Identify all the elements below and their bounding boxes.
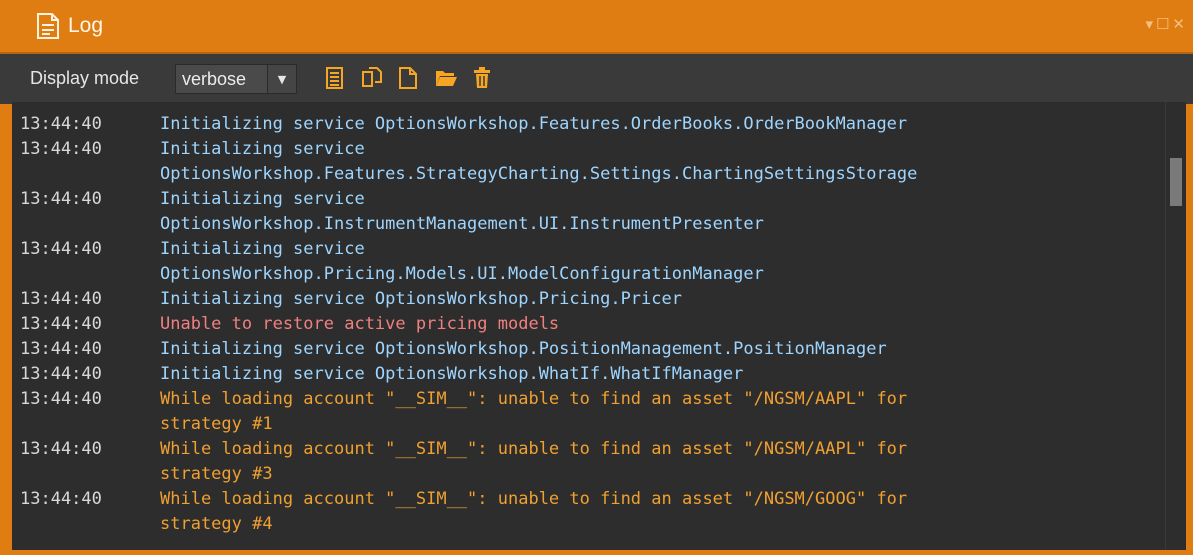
log-message: Initializing service OptionsWorkshop.Fea… xyxy=(160,139,918,184)
panel-title: Log xyxy=(68,14,104,37)
log-entry: 13:44:40 Initializing service OptionsWork… xyxy=(20,287,1170,312)
scrollbar-thumb[interactable] xyxy=(1170,158,1182,206)
log-panel: Log ▾ ☐ ✕ Display mode verbose ▼ 13:44:4… xyxy=(0,0,1193,555)
log-timestamp: 13:44:40 xyxy=(20,339,102,359)
log-entry: 13:44:40 Initializing service OptionsWork… xyxy=(20,337,1170,362)
new-file-icon[interactable] xyxy=(396,66,420,90)
log-message: While loading account "__SIM__": unable … xyxy=(160,439,908,484)
log-message: While loading account "__SIM__": unable … xyxy=(160,489,908,534)
log-entry: 13:44:40 While loading account "__SIM__":… xyxy=(20,387,1170,437)
chevron-down-icon[interactable]: ▼ xyxy=(267,65,296,93)
copy-icon[interactable] xyxy=(360,66,384,90)
log-message: Initializing service OptionsWorkshop.Ins… xyxy=(160,189,764,234)
log-message: While loading account "__SIM__": unable … xyxy=(160,389,908,434)
log-message: Initializing service OptionsWorkshop.Wha… xyxy=(160,364,744,384)
log-timestamp: 13:44:40 xyxy=(20,239,102,259)
display-mode-select[interactable]: verbose ▼ xyxy=(175,64,297,94)
window-controls: ▾ ☐ ✕ xyxy=(1145,16,1185,32)
log-entry: 13:44:40 Initializing service OptionsWork… xyxy=(20,187,1170,237)
display-mode-value: verbose xyxy=(182,69,247,89)
log-rows: 13:44:40 Initializing service OptionsWork… xyxy=(20,112,1170,537)
log-entry: 13:44:40 While loading account "__SIM__":… xyxy=(20,437,1170,487)
log-entry: 13:44:40 Initializing service OptionsWork… xyxy=(20,137,1170,187)
close-icon[interactable]: ✕ xyxy=(1172,16,1185,32)
log-timestamp: 13:44:40 xyxy=(20,289,102,309)
log-timestamp: 13:44:40 xyxy=(20,489,102,509)
log-entry: 13:44:40 While loading account "__SIM__":… xyxy=(20,487,1170,537)
log-message: Initializing service OptionsWorkshop.Pri… xyxy=(160,289,682,309)
dropdown-arrow-icon[interactable]: ▾ xyxy=(1145,16,1153,32)
log-message: Initializing service OptionsWorkshop.Fea… xyxy=(160,114,908,134)
log-timestamp: 13:44:40 xyxy=(20,439,102,459)
toolbar: Display mode verbose ▼ xyxy=(0,52,1193,104)
display-mode-label: Display mode xyxy=(30,68,140,88)
log-entry: 13:44:40 Initializing service OptionsWork… xyxy=(20,362,1170,387)
log-timestamp: 13:44:40 xyxy=(20,114,102,134)
log-timestamp: 13:44:40 xyxy=(20,139,102,159)
log-entry: 13:44:40 Unable to restore active pricing… xyxy=(20,312,1170,337)
log-timestamp: 13:44:40 xyxy=(20,189,102,209)
log-timestamp: 13:44:40 xyxy=(20,364,102,384)
log-document-icon xyxy=(37,13,59,39)
log-output[interactable]: 13:44:40 Initializing service OptionsWork… xyxy=(12,102,1186,550)
log-entry: 13:44:40 Initializing service OptionsWork… xyxy=(20,237,1170,287)
maximize-icon[interactable]: ☐ xyxy=(1156,16,1169,32)
list-icon[interactable] xyxy=(322,66,346,90)
log-message: Initializing service OptionsWorkshop.Pos… xyxy=(160,339,887,359)
log-message: Initializing service OptionsWorkshop.Pri… xyxy=(160,239,764,284)
trash-icon[interactable] xyxy=(470,66,494,90)
vertical-scrollbar[interactable] xyxy=(1165,102,1186,550)
title-bar: Log ▾ ☐ ✕ xyxy=(0,0,1193,52)
log-entry: 13:44:40 Initializing service OptionsWork… xyxy=(20,112,1170,137)
open-folder-icon[interactable] xyxy=(434,66,458,90)
log-message: Unable to restore active pricing models xyxy=(160,314,560,334)
log-timestamp: 13:44:40 xyxy=(20,314,102,334)
log-timestamp: 13:44:40 xyxy=(20,389,102,409)
